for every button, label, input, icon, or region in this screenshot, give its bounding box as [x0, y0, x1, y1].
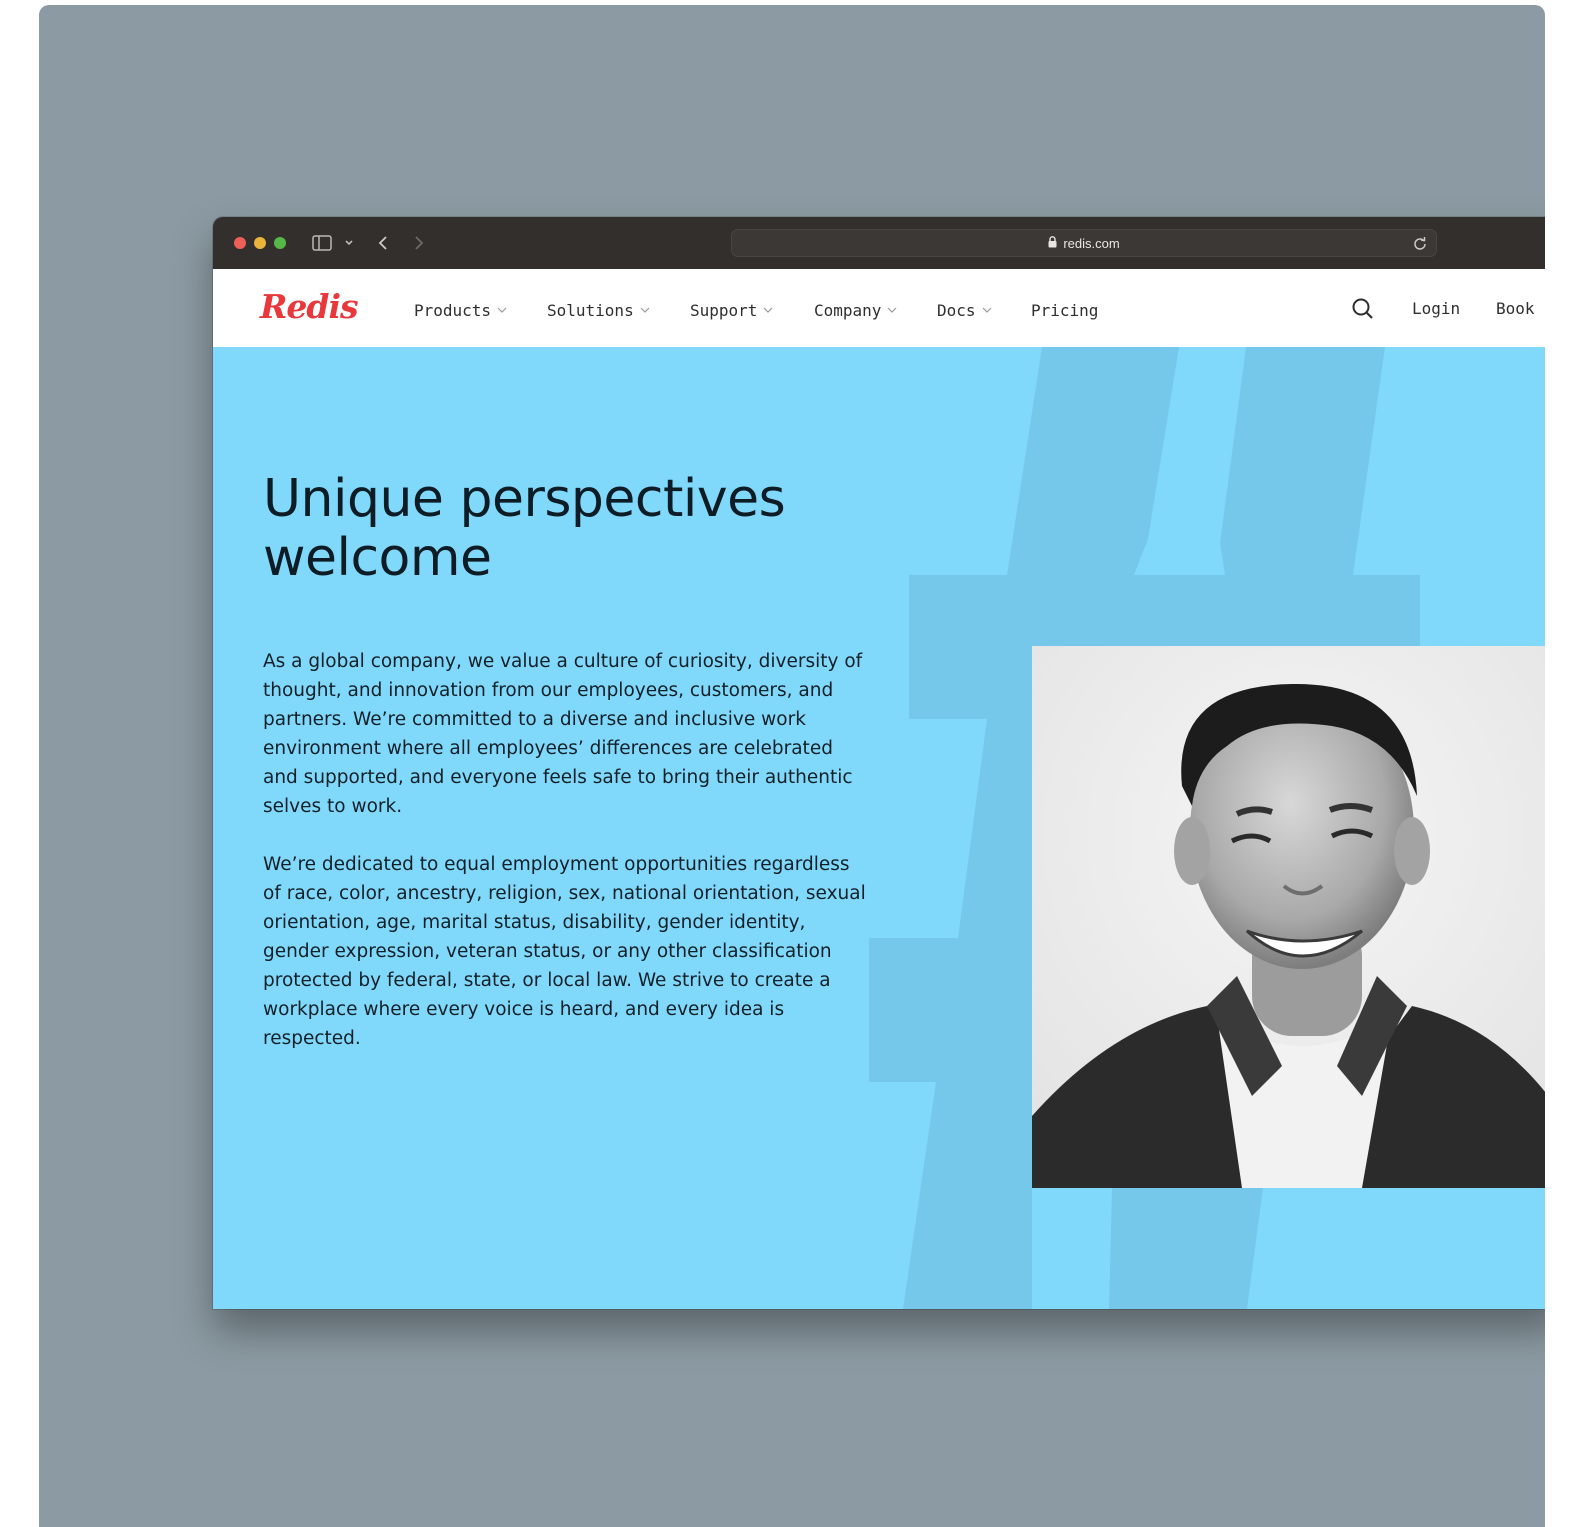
forward-arrow-icon[interactable]	[411, 233, 427, 253]
nav-pricing[interactable]: Pricing	[1031, 299, 1098, 321]
chevron-down-icon	[887, 307, 897, 313]
book-demo-button[interactable]: Book	[1496, 299, 1535, 318]
reload-icon[interactable]	[1413, 235, 1427, 254]
site-navbar: Redis Products Solutions Support Company…	[213, 269, 1545, 347]
chevron-down-icon	[640, 307, 650, 313]
nav-solutions[interactable]: Solutions	[547, 299, 650, 321]
lock-icon	[1048, 235, 1057, 251]
browser-titlebar: redis.com	[213, 217, 1545, 269]
hero-paragraph-1: As a global company, we value a culture …	[263, 651, 863, 817]
chevron-down-icon	[982, 307, 992, 313]
hero-section: Unique perspectives welcome As a global …	[213, 347, 1545, 1309]
back-arrow-icon[interactable]	[375, 233, 391, 253]
login-link[interactable]: Login	[1412, 299, 1460, 318]
minimize-window-button[interactable]	[254, 237, 266, 249]
sidebar-icon[interactable]	[311, 233, 333, 253]
hero-paragraph-2: We’re dedicated to equal employment oppo…	[263, 854, 866, 1049]
url-text: redis.com	[1063, 235, 1120, 251]
redis-logo[interactable]: Redis	[260, 287, 359, 326]
nav-products[interactable]: Products	[414, 299, 507, 321]
maximize-window-button[interactable]	[274, 237, 286, 249]
desktop-backdrop: redis.com Redis Products Solutions Suppo…	[39, 5, 1545, 1527]
nav-company[interactable]: Company	[814, 299, 897, 321]
nav-support[interactable]: Support	[690, 299, 773, 321]
close-window-button[interactable]	[234, 237, 246, 249]
chevron-down-icon	[763, 307, 773, 313]
browser-window: redis.com Redis Products Solutions Suppo…	[213, 217, 1545, 1309]
search-icon[interactable]	[1351, 297, 1375, 325]
chevron-down-icon	[497, 307, 507, 313]
chevron-down-icon[interactable]	[343, 233, 355, 253]
employee-portrait-photo	[1032, 646, 1545, 1188]
address-bar[interactable]: redis.com	[731, 229, 1437, 257]
nav-docs[interactable]: Docs	[937, 299, 992, 321]
hero-title: Unique perspectives welcome	[263, 469, 786, 588]
